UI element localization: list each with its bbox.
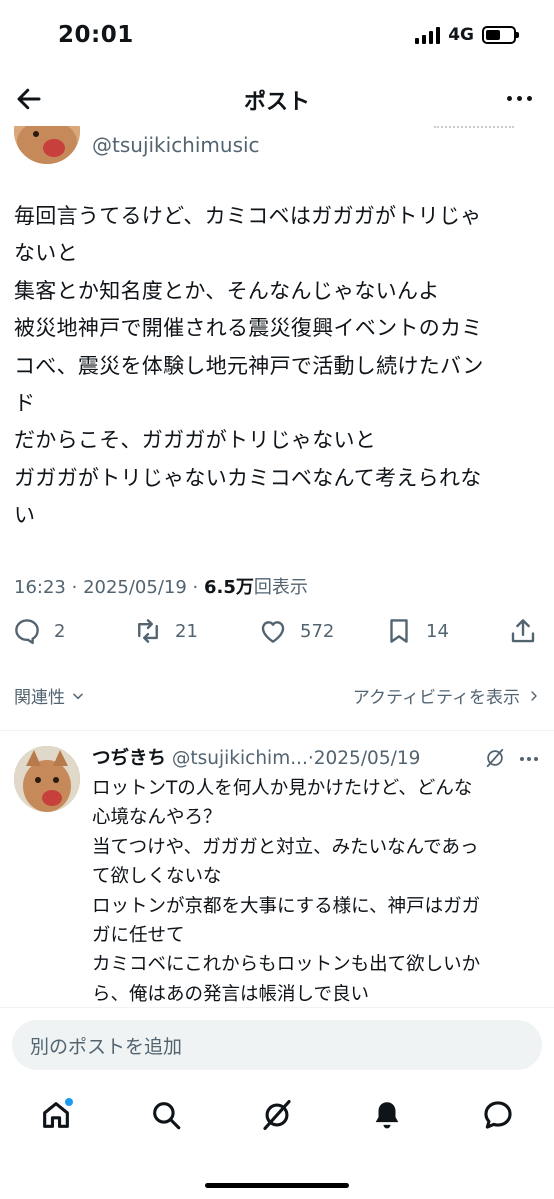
compose-placeholder: 別のポストを追加 bbox=[30, 1036, 183, 1058]
divider bbox=[0, 1007, 554, 1008]
search-icon bbox=[153, 1102, 181, 1130]
status-time: 20:01 bbox=[58, 22, 134, 48]
share-icon bbox=[511, 619, 535, 643]
tab-home[interactable] bbox=[39, 1098, 73, 1132]
reply-button[interactable]: 2 bbox=[12, 616, 65, 646]
post-text-line: コべ、震災を体験し地元神戸で活動し続けたバン bbox=[14, 353, 484, 378]
post-actions: 2 21 572 14 bbox=[0, 616, 554, 656]
post-text: 毎回言うてるけど、カミコベはガガガがトリじゃ ないと 集客とか知名度とか、そんな… bbox=[14, 198, 542, 535]
reply-text-line: 当てつけや、ガガガと対立、みたいなんであっ bbox=[92, 836, 479, 858]
grok-icon[interactable] bbox=[484, 747, 506, 769]
views-label: 回表示 bbox=[253, 577, 308, 598]
signal-icon bbox=[415, 26, 441, 44]
meta-separator: · bbox=[192, 577, 204, 598]
notification-dot bbox=[65, 1098, 73, 1106]
messages-icon bbox=[484, 1101, 512, 1129]
reply-text-line: て欲しくないな bbox=[92, 866, 222, 888]
bookmark-count: 14 bbox=[426, 620, 449, 642]
post-text-line: だからこそ、ガガガがトリじゃないと bbox=[14, 428, 377, 453]
avatar[interactable] bbox=[14, 126, 80, 164]
heart-icon bbox=[261, 621, 285, 643]
nav-header: ポスト bbox=[0, 72, 554, 126]
meta-separator: · bbox=[71, 577, 84, 598]
tab-search[interactable] bbox=[149, 1098, 183, 1132]
tab-notifications[interactable] bbox=[370, 1098, 404, 1132]
status-indicators: 4G bbox=[415, 25, 519, 45]
network-type: 4G bbox=[448, 25, 474, 45]
post-text-line: ド bbox=[14, 391, 36, 416]
tab-grok[interactable] bbox=[260, 1098, 294, 1132]
chevron-down-icon bbox=[73, 692, 83, 699]
author-handle[interactable]: @tsujikichimusic bbox=[92, 133, 260, 157]
reply-text-line: ロットンが京都を大事にする様に、神戸はガガ bbox=[92, 895, 481, 917]
like-button[interactable]: 572 bbox=[258, 616, 334, 646]
post-time[interactable]: 16:23 bbox=[14, 577, 66, 598]
repost-button[interactable]: 21 bbox=[133, 616, 198, 646]
bookmark-icon bbox=[390, 619, 408, 643]
post-meta: 16:23 · 2025/05/19 · 6.5万回表示 bbox=[14, 573, 308, 599]
bookmark-button[interactable]: 14 bbox=[384, 616, 449, 646]
add-post-input[interactable]: 別のポストを追加 bbox=[12, 1020, 542, 1070]
more-options-icon[interactable] bbox=[507, 96, 532, 101]
status-bar: 20:01 4G bbox=[0, 0, 554, 72]
chevron-right-icon bbox=[531, 690, 537, 701]
post-text-line: ないと bbox=[14, 241, 78, 266]
replies-toolbar: 関連性 アクティビティを表示 bbox=[0, 680, 554, 710]
avatar[interactable] bbox=[14, 746, 80, 812]
follow-button-edge bbox=[434, 126, 514, 132]
post-text-line: 集客とか知名度とか、そんなんじゃないんよ bbox=[14, 278, 440, 303]
view-activity-link[interactable]: アクティビティを表示 bbox=[353, 683, 540, 708]
reply-text-line: 心境なんやろ？ bbox=[92, 807, 222, 829]
reply-author-name[interactable]: つぢきち bbox=[92, 748, 166, 769]
home-indicator bbox=[205, 1183, 349, 1188]
grok-icon bbox=[263, 1099, 291, 1131]
reply-text-line: ロットンTの人を何人か見かけたけど、どんな bbox=[92, 778, 473, 799]
reply-more-icon[interactable] bbox=[520, 757, 538, 761]
activity-label: アクティビティを表示 bbox=[352, 688, 520, 708]
reply-post[interactable]: つぢきち @tsujikichim...·2025/05/19 ロットンTの人を… bbox=[0, 732, 554, 1007]
post-text-line: ガガガがトリじゃないカミコベなんて考えられな bbox=[14, 465, 482, 490]
post-text-line: 毎回言うてるけど、カミコベはガガガがトリじゃ bbox=[14, 204, 482, 228]
reply-date: ·2025/05/19 bbox=[307, 748, 421, 769]
reply-text: ロットンTの人を何人か見かけたけど、どんな 心境なんやろ？ 当てつけや、ガガガと… bbox=[92, 774, 542, 1007]
reply-text-line: ら、俺はあの発言は帳消しで良い bbox=[92, 983, 369, 1005]
page-title: ポスト bbox=[243, 90, 310, 115]
sort-relevance-dropdown[interactable]: 関連性 bbox=[14, 683, 85, 708]
sort-label: 関連性 bbox=[14, 688, 65, 708]
repost-icon bbox=[138, 619, 158, 643]
share-button[interactable] bbox=[508, 616, 538, 646]
tab-messages[interactable] bbox=[481, 1098, 515, 1132]
reply-icon bbox=[15, 619, 39, 645]
like-count: 572 bbox=[300, 620, 335, 642]
notifications-icon bbox=[375, 1102, 399, 1129]
post-date[interactable]: 2025/05/19 bbox=[83, 577, 187, 598]
reply-header: つぢきち @tsujikichim...·2025/05/19 bbox=[92, 744, 542, 770]
reply-author-handle[interactable]: @tsujikichim... bbox=[172, 748, 308, 769]
post-text-line: 被災地神戸で開催される震災復興イベントのカミ bbox=[14, 316, 483, 341]
views-count: 6.5万 bbox=[204, 577, 254, 598]
post-author-row: @tsujikichimusic bbox=[0, 126, 554, 166]
battery-icon bbox=[482, 26, 519, 44]
reply-text-line: ガに任せて bbox=[92, 925, 185, 947]
repost-count: 21 bbox=[175, 620, 198, 642]
reply-count: 2 bbox=[54, 620, 66, 642]
reply-text-line: カミコベにこれからもロットンも出て欲しいか bbox=[92, 954, 481, 976]
post-text-line: い bbox=[14, 503, 36, 528]
bottom-tab-bar bbox=[0, 1090, 554, 1146]
divider bbox=[0, 730, 554, 731]
